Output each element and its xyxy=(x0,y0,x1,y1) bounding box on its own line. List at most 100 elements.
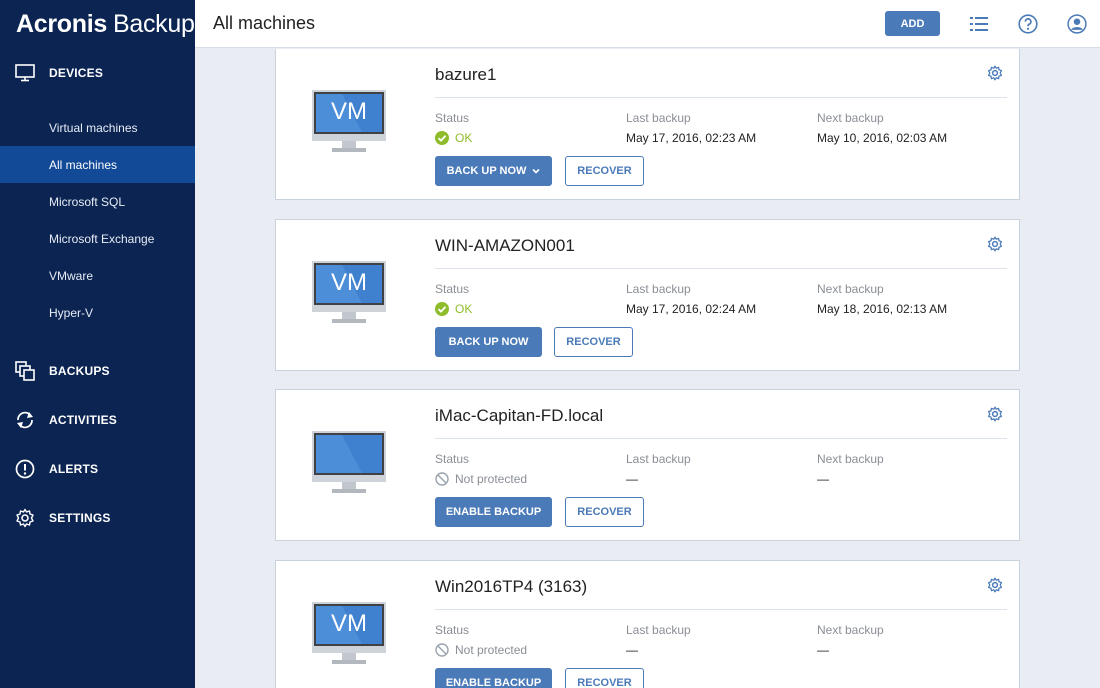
card-divider xyxy=(435,268,1007,269)
recover-button[interactable]: RECOVER xyxy=(565,497,644,527)
status-label: Status xyxy=(435,623,470,637)
devices-submenu: Virtual machines All machines Microsoft … xyxy=(0,109,195,331)
logo-brand: Acronis xyxy=(16,9,107,38)
chevron-down-icon xyxy=(532,168,540,174)
recover-button[interactable]: RECOVER xyxy=(554,327,633,357)
next-backup-column: Next backup May 10, 2016, 02:03 AM xyxy=(817,111,947,145)
status-column: Status Not protected xyxy=(435,452,527,486)
card-divider xyxy=(435,97,1007,98)
enable-backup-button[interactable]: ENABLE BACKUP xyxy=(435,497,552,527)
last-backup-column: Last backup — xyxy=(626,623,691,657)
add-button[interactable]: ADD xyxy=(885,11,940,36)
vm-label: VM xyxy=(331,269,367,296)
machine-name: Win2016TP4 (3163) xyxy=(435,577,588,596)
gear-icon[interactable] xyxy=(987,65,1003,81)
gear-icon[interactable] xyxy=(987,406,1003,422)
back-up-now-button[interactable]: BACK UP NOW xyxy=(435,156,552,186)
status-column: Status OK xyxy=(435,282,472,316)
last-backup-value: May 17, 2016, 02:23 AM xyxy=(626,131,757,145)
sidebar-group-label: DEVICES xyxy=(49,65,104,80)
sidebar-group-alerts[interactable]: ALERTS xyxy=(0,444,195,493)
sidebar-group-label: BACKUPS xyxy=(49,363,110,378)
machines-list: VM bazure1 Status OK Last backup May 17,… xyxy=(195,49,1100,688)
vm-label: VM xyxy=(331,98,367,125)
last-backup-label: Last backup xyxy=(626,623,691,637)
sidebar-group-devices[interactable]: DEVICES xyxy=(0,48,195,97)
sidebar-item-all-machines[interactable]: All machines xyxy=(0,146,195,183)
sidebar-item-microsoft-exchange[interactable]: Microsoft Exchange xyxy=(0,220,195,257)
status-value: Not protected xyxy=(435,643,527,657)
sidebar-group-label: ALERTS xyxy=(49,461,99,476)
back-up-now-button[interactable]: BACK UP NOW xyxy=(435,327,542,357)
card-divider xyxy=(435,438,1007,439)
status-column: Status Not protected xyxy=(435,623,527,657)
sidebar-item-virtual-machines[interactable]: Virtual machines xyxy=(0,109,195,146)
backups-icon xyxy=(14,360,36,382)
machine-name: bazure1 xyxy=(435,65,497,84)
machine-card: VM Win2016TP4 (3163) Status Not protecte… xyxy=(275,560,1020,688)
machine-card: VM bazure1 Status OK Last backup May 17,… xyxy=(275,49,1020,200)
card-divider xyxy=(435,609,1007,610)
last-backup-value: May 17, 2016, 02:24 AM xyxy=(626,302,757,316)
recover-button[interactable]: RECOVER xyxy=(565,668,644,688)
logo-product: Backup xyxy=(112,9,195,38)
next-backup-label: Next backup xyxy=(817,623,884,637)
next-backup-label: Next backup xyxy=(817,111,884,125)
last-backup-value: — xyxy=(626,643,638,657)
sidebar-group-label: SETTINGS xyxy=(49,510,111,525)
next-backup-column: Next backup May 18, 2016, 02:13 AM xyxy=(817,282,947,316)
activities-icon xyxy=(14,409,36,431)
not-protected-icon xyxy=(435,643,449,657)
gear-icon[interactable] xyxy=(987,236,1003,252)
last-backup-column: Last backup May 17, 2016, 02:23 AM xyxy=(626,111,756,145)
machine-card: iMac-Capitan-FD.local Status Not protect… xyxy=(275,389,1020,541)
recover-button[interactable]: RECOVER xyxy=(565,156,644,186)
page-title: All machines xyxy=(213,13,316,33)
next-backup-column: Next backup — xyxy=(817,452,884,486)
gear-icon xyxy=(14,507,36,529)
sidebar-group-settings[interactable]: SETTINGS xyxy=(0,493,195,542)
machine-card: VM WIN-AMAZON001 Status OK Last backup M… xyxy=(275,219,1020,371)
status-value: OK xyxy=(435,302,472,316)
account-icon[interactable] xyxy=(1067,13,1087,34)
sidebar-item-hyper-v[interactable]: Hyper-V xyxy=(0,294,195,331)
status-column: Status OK xyxy=(435,111,472,145)
next-backup-label: Next backup xyxy=(817,282,884,296)
machine-name: WIN-AMAZON001 xyxy=(435,236,575,255)
last-backup-label: Last backup xyxy=(626,282,691,296)
help-icon[interactable] xyxy=(1018,13,1038,34)
sidebar: Acronis Backup DEVICES Virtual machines … xyxy=(0,0,195,688)
sidebar-item-microsoft-sql[interactable]: Microsoft SQL xyxy=(0,183,195,220)
top-bar: All machines ADD xyxy=(195,0,1100,48)
sidebar-item-vmware[interactable]: VMware xyxy=(0,257,195,294)
mac-monitor-icon xyxy=(312,431,386,499)
list-icon[interactable] xyxy=(969,14,989,34)
next-backup-column: Next backup — xyxy=(817,623,884,657)
next-backup-value: — xyxy=(817,472,829,486)
next-backup-value: May 18, 2016, 02:13 AM xyxy=(817,302,948,316)
status-label: Status xyxy=(435,282,470,296)
last-backup-column: Last backup — xyxy=(626,452,691,486)
gear-icon[interactable] xyxy=(987,577,1003,593)
last-backup-column: Last backup May 17, 2016, 02:24 AM xyxy=(626,282,756,316)
sidebar-group-activities[interactable]: ACTIVITIES xyxy=(0,395,195,444)
next-backup-value: May 10, 2016, 02:03 AM xyxy=(817,131,948,145)
next-backup-label: Next backup xyxy=(817,452,884,466)
last-backup-value: — xyxy=(626,472,638,486)
status-text: OK xyxy=(455,302,473,316)
status-value: OK xyxy=(435,131,472,145)
enable-backup-button[interactable]: ENABLE BACKUP xyxy=(435,668,552,688)
not-protected-icon xyxy=(435,472,449,486)
sidebar-group-label: ACTIVITIES xyxy=(49,412,118,427)
app-logo: Acronis Backup xyxy=(0,0,195,48)
last-backup-label: Last backup xyxy=(626,452,691,466)
sidebar-group-backups[interactable]: BACKUPS xyxy=(0,346,195,395)
status-text: Not protected xyxy=(455,472,528,486)
last-backup-label: Last backup xyxy=(626,111,691,125)
alert-icon xyxy=(14,458,36,480)
next-backup-value: — xyxy=(817,643,829,657)
ok-icon xyxy=(435,131,449,145)
ok-icon xyxy=(435,302,449,316)
button-label: BACK UP NOW xyxy=(446,165,527,177)
status-value: Not protected xyxy=(435,472,527,486)
